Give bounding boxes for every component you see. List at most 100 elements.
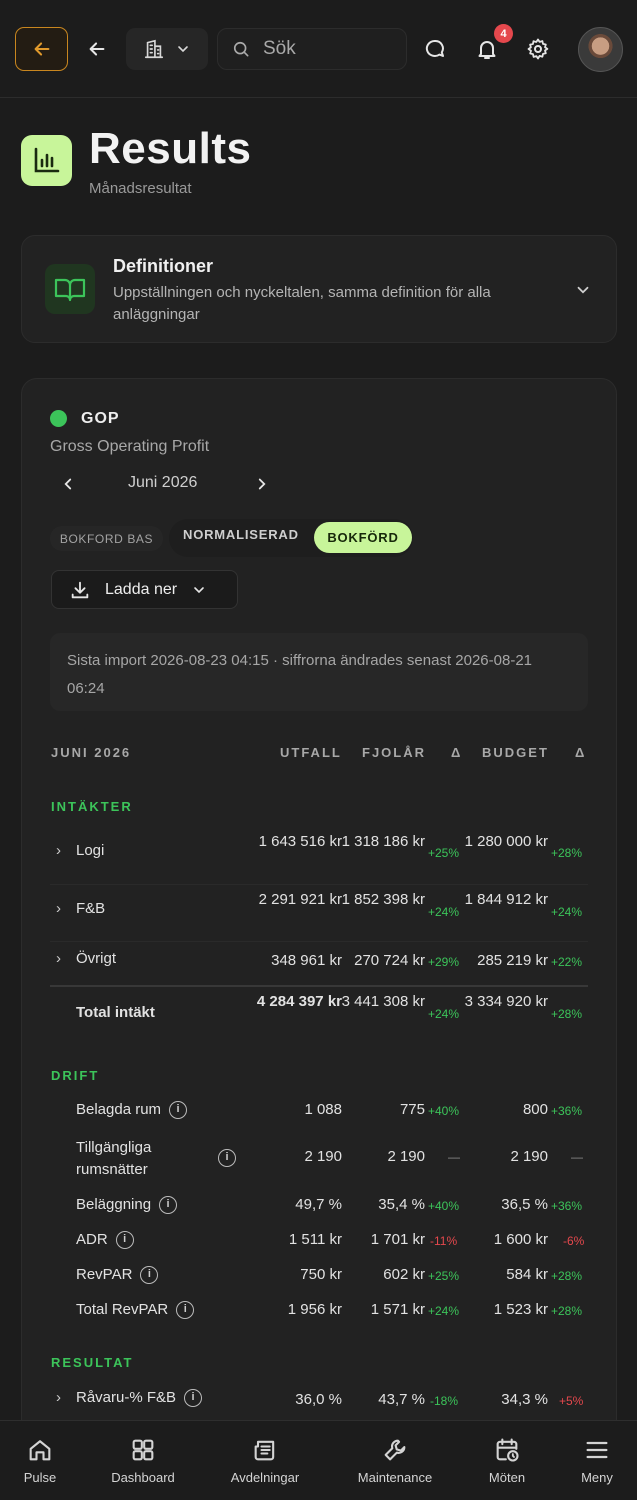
cell-delta: +40% — [428, 1199, 460, 1213]
cell-delta: +36% — [551, 1104, 583, 1118]
cell-budget: 800 — [522, 1101, 548, 1118]
total-delta: +28% — [551, 1007, 583, 1021]
avatar[interactable] — [578, 27, 623, 72]
chat-bubble-icon — [425, 39, 444, 57]
chevron-right-icon — [258, 478, 266, 490]
prev-month-button[interactable] — [56, 473, 80, 495]
nav-meny[interactable]: Meny — [570, 1420, 624, 1500]
chevron-down-icon — [194, 586, 204, 593]
nav-pulse[interactable]: Pulse — [10, 1420, 70, 1500]
definitions-text: Uppställningen och nyckeltalen, samma de… — [113, 284, 491, 323]
total-fjolar: 3 441 308 kr — [341, 993, 425, 1010]
next-month-button[interactable] — [250, 473, 274, 495]
cell-fjolar: 1 571 kr — [370, 1301, 425, 1318]
row-label: RevPAR i — [76, 1266, 159, 1285]
chat-button[interactable] — [421, 35, 449, 63]
calendar-clock-icon — [496, 1438, 519, 1462]
row-label: Belagda rum i — [76, 1101, 188, 1120]
search-field[interactable]: Sök — [217, 28, 407, 70]
section-resultat: RESULTAT — [51, 1355, 134, 1370]
toggle-bokford[interactable]: BOKFÖRD — [314, 522, 412, 553]
page-title: Results — [89, 124, 252, 173]
property-selector[interactable] — [126, 28, 208, 70]
info-icon[interactable]: i — [218, 1149, 236, 1167]
cell-utfall: 750 kr — [300, 1266, 342, 1283]
nav-label: Dashboard — [111, 1470, 175, 1485]
report-badge: GOP — [81, 410, 120, 427]
home-icon — [29, 1440, 51, 1461]
cell-delta: +25% — [428, 1269, 460, 1283]
cell-utfall: 1 643 516 kr — [258, 833, 342, 850]
definitions-expand[interactable] — [574, 281, 592, 304]
cell-utfall: 1 956 kr — [287, 1301, 342, 1318]
cell-utfall: 49,7 % — [295, 1196, 342, 1213]
cell-fjolar: 35,4 % — [378, 1196, 425, 1213]
cell-budget: 1 844 912 kr — [464, 891, 548, 908]
download-icon — [71, 581, 89, 598]
chevron-down-icon — [178, 46, 188, 53]
cell-fjolar: 1 318 186 kr — [341, 833, 425, 850]
info-icon[interactable]: i — [140, 1266, 159, 1285]
newspaper-icon — [254, 1440, 275, 1461]
nav-maintenance[interactable]: Maintenance — [349, 1420, 441, 1500]
nav-label: Avdelningar — [230, 1470, 300, 1485]
cell-fjolar: 1 701 kr — [370, 1231, 425, 1248]
toggle-normaliserad[interactable]: NORMALISERAD — [183, 527, 299, 542]
status-dot — [50, 410, 67, 427]
cell-budget: 584 kr — [506, 1266, 548, 1283]
chevron-left-icon — [64, 478, 72, 490]
wrench-icon — [384, 1439, 406, 1461]
row-label: F&B — [76, 900, 106, 917]
divider — [50, 884, 588, 885]
cell-fjolar: 602 kr — [383, 1266, 425, 1283]
cell-fjolar: 2 190 — [387, 1148, 425, 1165]
total-delta: +24% — [428, 1007, 460, 1021]
download-button[interactable]: Ladda ner — [51, 570, 238, 609]
cell-budget: 285 219 kr — [477, 952, 548, 969]
cell-delta: +25% — [428, 846, 460, 860]
back-home-button[interactable] — [15, 27, 68, 71]
expand-ovrigt-icon[interactable]: › — [56, 950, 61, 967]
cell-utfall: 2 291 921 kr — [258, 891, 342, 908]
section-intakter: INTÄKTER — [51, 799, 133, 814]
expand-ravaru-icon[interactable]: › — [56, 1389, 61, 1406]
info-icon[interactable]: i — [115, 1231, 134, 1250]
nav-label: Maintenance — [357, 1470, 433, 1485]
nav-label: Möten — [488, 1470, 526, 1485]
col-delta-fjolar: Δ — [451, 745, 463, 760]
info-wrap: i — [210, 1149, 236, 1167]
col-delta-budget: Δ — [575, 745, 587, 760]
section-drift: DRIFT — [51, 1068, 100, 1083]
cell-delta: +29% — [428, 955, 460, 969]
cell-budget: 2 190 — [510, 1148, 548, 1165]
expand-logi-icon[interactable]: › — [56, 842, 61, 859]
cell-delta: +5% — [559, 1394, 584, 1408]
cell-fjolar: 775 — [399, 1101, 425, 1118]
settings-button[interactable] — [524, 35, 552, 63]
cell-delta: +24% — [551, 905, 583, 919]
nav-dashboard[interactable]: Dashboard — [100, 1420, 186, 1500]
info-icon[interactable]: i — [169, 1101, 188, 1120]
cell-delta: +22% — [551, 955, 583, 969]
expand-fb-icon[interactable]: › — [56, 900, 61, 917]
definitions-title: Definitioner — [113, 256, 214, 276]
info-icon[interactable]: i — [184, 1389, 203, 1408]
row-label: Logi — [76, 842, 105, 859]
back-button[interactable] — [82, 34, 112, 64]
cell-delta: +24% — [428, 905, 460, 919]
divider — [50, 941, 588, 942]
row-label: Beläggning i — [76, 1196, 178, 1215]
cell-utfall: 2 190 — [304, 1148, 342, 1165]
total-budget: 3 334 920 kr — [464, 993, 548, 1010]
col-budget: BUDGET — [482, 745, 549, 760]
toggle-bokford-bas[interactable]: BOKFORD BAS — [50, 526, 163, 551]
col-utfall: UTFALL — [280, 745, 342, 760]
row-label: Övrigt — [76, 950, 117, 967]
info-icon[interactable]: i — [176, 1301, 195, 1320]
cell-delta: +40% — [428, 1104, 460, 1118]
nav-avdelningar[interactable]: Avdelningar — [220, 1420, 310, 1500]
nav-moten[interactable]: Möten — [478, 1420, 536, 1500]
row-label: ADR i — [76, 1231, 134, 1250]
menu-icon — [586, 1441, 608, 1459]
info-icon[interactable]: i — [159, 1196, 178, 1215]
